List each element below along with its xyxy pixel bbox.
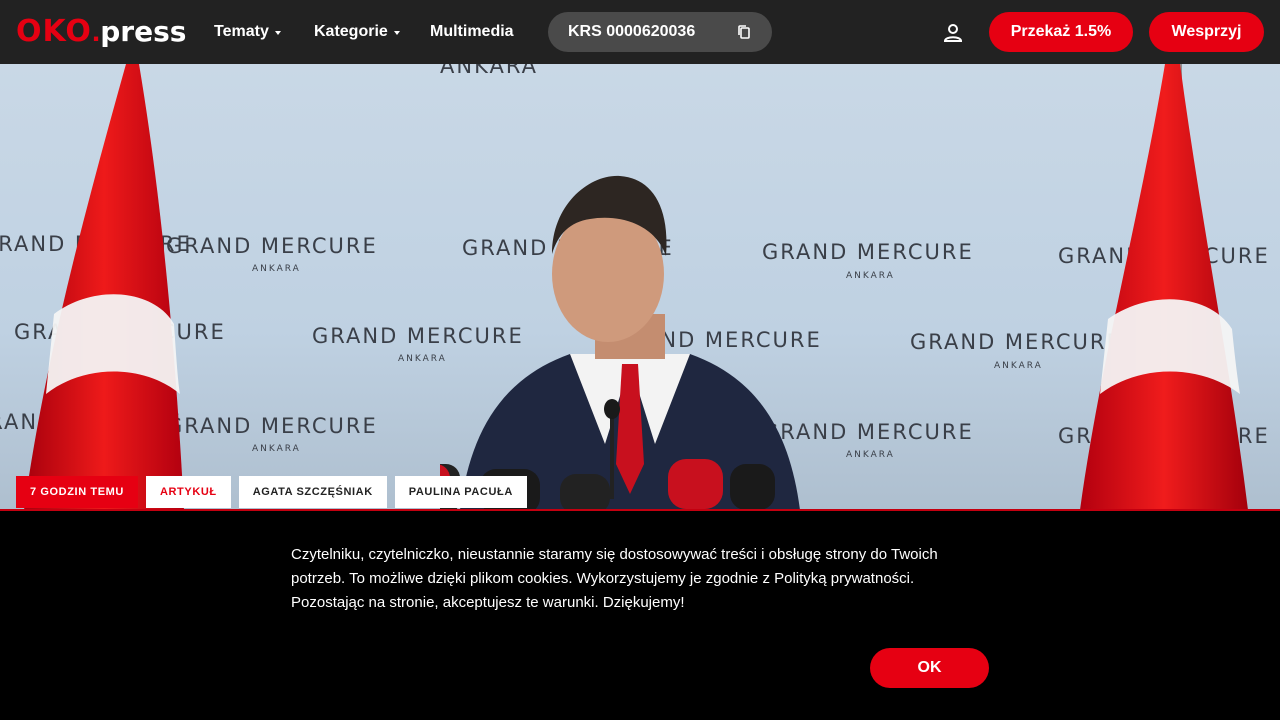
backdrop-subtext: ANKARA xyxy=(846,271,895,281)
turkish-flag-right xyxy=(1080,64,1248,510)
author-tag[interactable]: PAULINA PACUŁA xyxy=(394,476,527,508)
nav-tematy[interactable]: Tematy xyxy=(214,20,281,44)
backdrop-subtext: ANKARA xyxy=(252,264,301,274)
hero-image[interactable]: ANKARA GRAND MERCURE GRAND MERCURE ANKAR… xyxy=(0,64,1280,510)
chevron-down-icon xyxy=(274,31,281,35)
author-tag[interactable]: AGATA SZCZĘŚNIAK xyxy=(238,476,387,508)
nav-tematy-label: Tematy xyxy=(214,23,269,40)
backdrop-text: GRAND MERCURE xyxy=(166,414,378,438)
backdrop-subtext: ANKARA xyxy=(252,444,301,454)
speaker-photo xyxy=(440,175,800,510)
nav-multimedia[interactable]: Multimedia xyxy=(430,20,514,44)
oko-press-logo[interactable]: OKO . press xyxy=(16,16,186,48)
logo-dot: . xyxy=(91,15,101,48)
krs-number: KRS 0000620036 xyxy=(568,23,696,40)
user-account-icon[interactable] xyxy=(942,22,964,44)
krs-copy-button[interactable]: KRS 0000620036 xyxy=(548,12,772,52)
nav-kategorie[interactable]: Kategorie xyxy=(314,20,400,44)
backdrop-subtext: ANKARA xyxy=(846,450,895,460)
time-ago-badge: 7 GODZIN TEMU xyxy=(16,476,138,508)
chevron-down-icon xyxy=(393,31,400,35)
turkish-flag-left xyxy=(24,64,184,510)
logo-press: press xyxy=(100,15,187,48)
backdrop-subtext: ANKARA xyxy=(994,361,1043,371)
donate-1-5-percent-button[interactable]: Przekaż 1.5% xyxy=(989,12,1133,52)
cookie-ok-button[interactable]: OK xyxy=(870,648,989,688)
cookie-banner: Czytelniku, czytelniczko, nieustannie st… xyxy=(0,511,1280,720)
copy-icon xyxy=(738,25,750,39)
backdrop-text: ANKARA xyxy=(440,64,538,78)
nav-multimedia-label: Multimedia xyxy=(430,23,514,40)
logo-oko: OKO xyxy=(16,14,92,49)
backdrop-text: GRAND MERCURE xyxy=(166,234,378,258)
top-navbar: OKO . press Tematy Kategorie Multimedia … xyxy=(0,0,1280,64)
cookie-text: Czytelniku, czytelniczko, nieustannie st… xyxy=(291,546,938,611)
support-button[interactable]: Wesprzyj xyxy=(1149,12,1264,52)
article-type-tag[interactable]: ARTYKUŁ xyxy=(145,476,231,508)
article-tags: 7 GODZIN TEMU ARTYKUŁ AGATA SZCZĘŚNIAK P… xyxy=(16,476,527,508)
nav-kategorie-label: Kategorie xyxy=(314,23,388,40)
